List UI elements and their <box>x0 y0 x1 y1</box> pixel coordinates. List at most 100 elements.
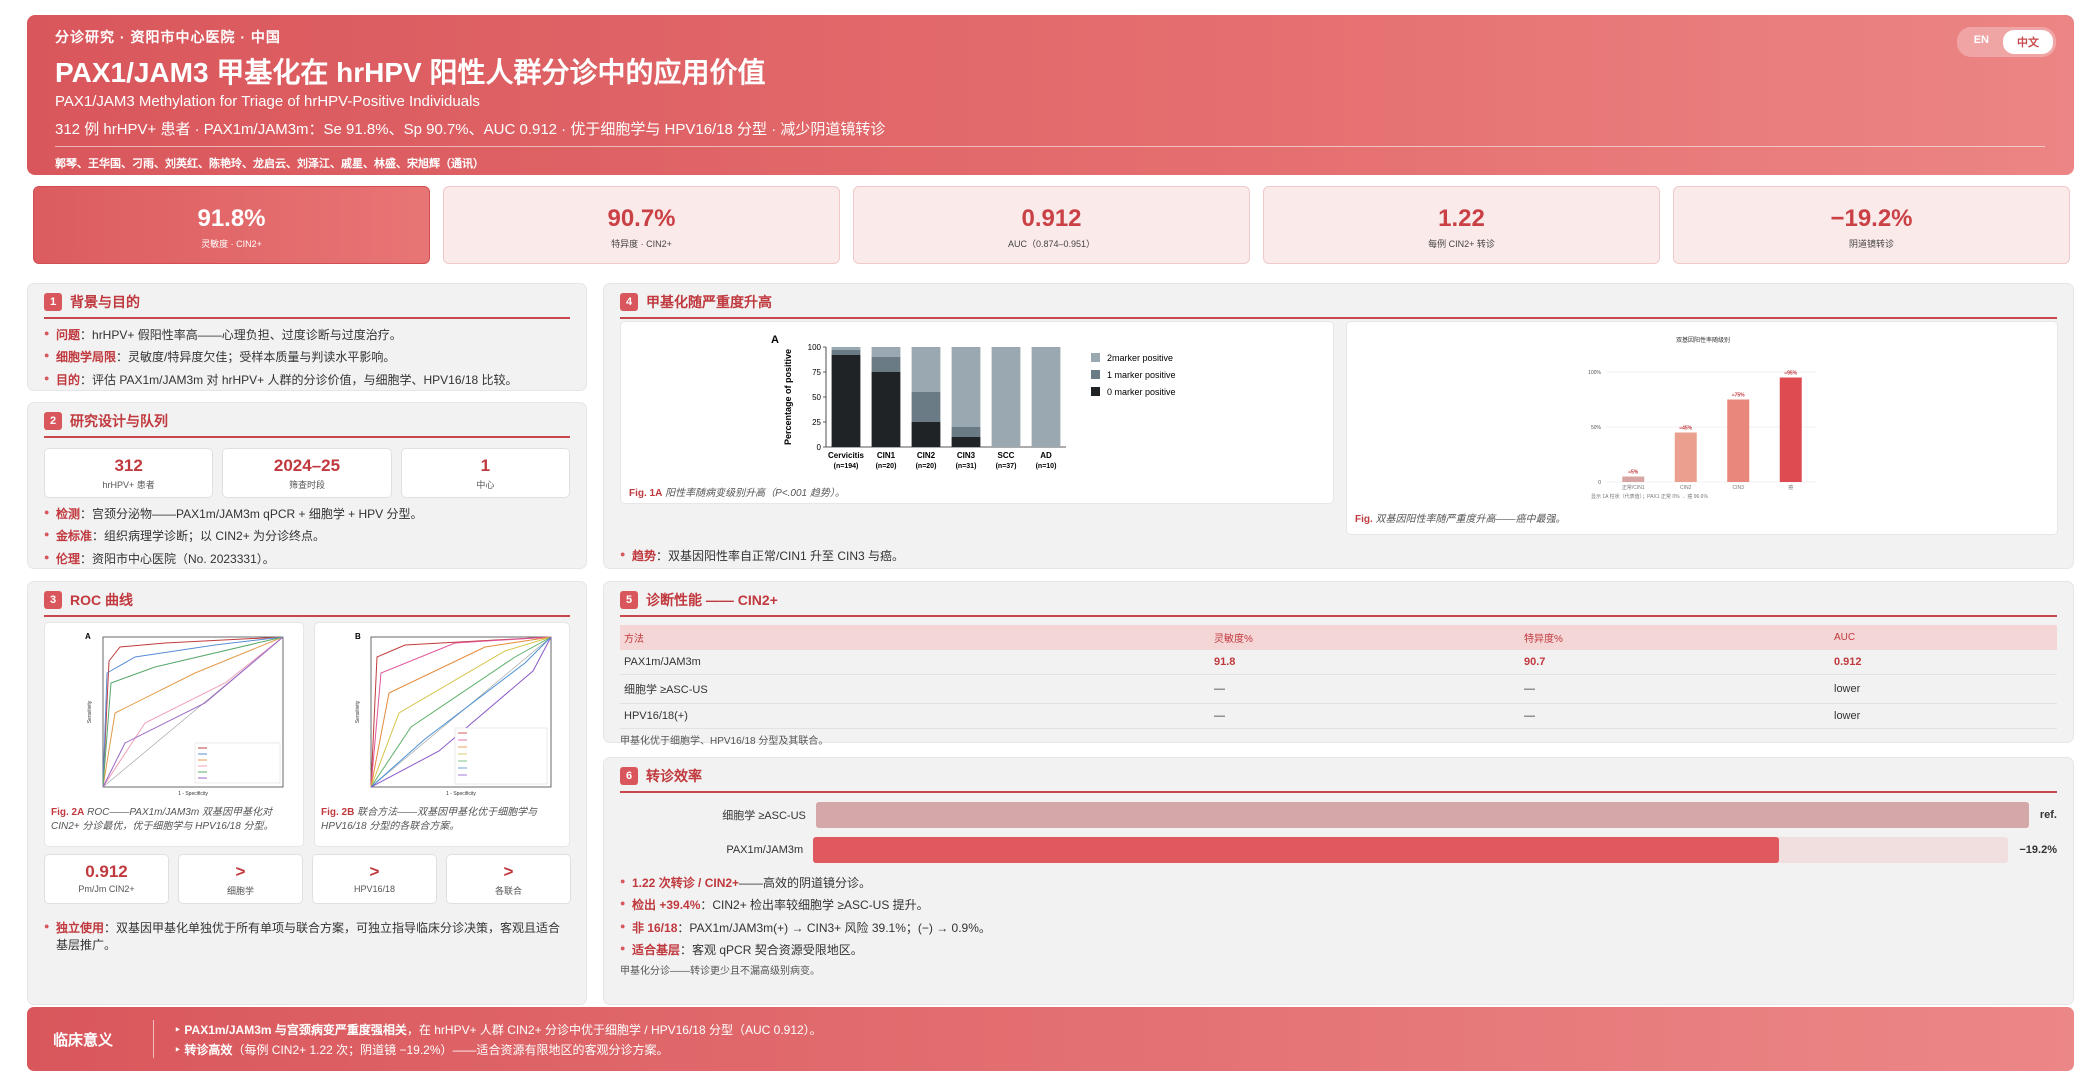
stat-label: 筛查时段 <box>288 480 325 490</box>
lang-en-button[interactable]: EN <box>1960 30 2003 54</box>
x-tick-sublabel: (n=194) <box>834 463 859 470</box>
figure-roc-b: B 1 - Specificity Sensitivity Fig. 2B 联合… <box>314 622 570 847</box>
x-tick-label: CIN1 <box>877 451 896 460</box>
legend-label: 1 marker positive <box>1107 370 1176 380</box>
data-label: ≈95% <box>1784 371 1797 377</box>
stat-value: > <box>235 862 246 881</box>
roc-box-hpv: > HPV16/18 <box>312 854 437 904</box>
kpi-card-referrals: 1.22 每例 CIN2+ 转诊 <box>1263 186 1660 264</box>
chart-note: 显示 1A 柱状（代表值）；PAX1 正常 0% → 癌 96.6% <box>1591 493 1708 500</box>
table-cell: 90.7 <box>1520 650 1830 675</box>
x-tick-label: 正常/CIN1 <box>1622 484 1645 491</box>
table-cell: 91.8 <box>1210 650 1520 675</box>
list-item: 适合基层：客观 qPCR 契合资源受限地区。 <box>620 942 2057 959</box>
table-cell: — <box>1210 674 1520 704</box>
roc-chart-a: A 1 - Specificity Sensitivity <box>85 632 284 797</box>
table-cell: 细胞学 ≥ASC-US <box>620 674 1210 704</box>
data-label: ≈75% <box>1732 393 1745 399</box>
panel-label: A <box>85 632 91 641</box>
page-subtitle: PAX1/JAM3 Methylation for Triage of hrHP… <box>55 93 480 110</box>
stat-label: 各联合 <box>494 886 522 896</box>
stat-value: 312 <box>114 456 143 475</box>
table-cell: lower <box>1830 674 2057 704</box>
legend-swatch <box>1091 370 1100 379</box>
table-note: 甲基化优于细胞学、HPV16/18 分型及其联合。 <box>620 736 829 747</box>
figure-1a: A 0 25 50 75 100 Percentage of positive Cervici… <box>620 321 1334 504</box>
section-referral: 6 转诊效率 细胞学 ≥ASC-US ref. PAX1m/JAM3m −19.… <box>603 757 2074 1005</box>
kpi-label: AUC（0.874–0.951） <box>1007 239 1096 249</box>
table-header-row: 方法 灵敏度% 特异度% AUC <box>620 625 2057 650</box>
chart-title: 双基因阳性率随级别 <box>1676 336 1730 344</box>
header-summary: 312 例 hrHPV+ 患者 · PAX1m/JAM3m：Se 91.8%、S… <box>55 121 886 138</box>
bar-segment <box>831 350 861 355</box>
stat-label: HPV16/18 <box>353 884 396 894</box>
bar-segment <box>831 355 861 447</box>
roc-chart-b: B 1 - Specificity Sensitivity <box>355 632 552 797</box>
bar-segment <box>991 347 1021 447</box>
bar <box>1674 432 1697 482</box>
roc-box-combined: > 各联合 <box>446 854 571 904</box>
bar-label: 细胞学 ≥ASC-US <box>722 810 806 822</box>
footer-divider <box>153 1020 154 1058</box>
section-background: 1 背景与目的 问题：hrHPV+ 假阳性率高——心理负担、过度诊断与过度治疗。… <box>27 283 587 391</box>
roc-box-cytology: > 细胞学 <box>178 854 303 904</box>
bar-segment <box>871 347 901 357</box>
bar-segment <box>951 427 981 437</box>
kpi-card-sensitivity: 91.8% 灵敏度 · CIN2+ <box>33 186 430 264</box>
kpi-card-auc: 0.912 AUC（0.874–0.951） <box>853 186 1250 264</box>
footer-banner: 临床意义 ‣ PAX1m/JAM3m 与宫颈病变严重度强相关，在 hrHPV+ … <box>27 1007 2074 1071</box>
x-tick-label: 癌 <box>1788 484 1793 491</box>
table-cell: HPV16/18(+) <box>620 703 1210 729</box>
x-tick-label: AD <box>1040 451 1052 460</box>
bar-segment <box>911 422 941 447</box>
list-item: 伦理：资阳市中心医院（No. 2023331）。 <box>44 551 570 568</box>
section-number: 6 <box>620 767 638 785</box>
bullet-list: 检测：宫颈分泌物——PAX1m/JAM3m qPCR + 细胞学 + HPV 分… <box>44 506 570 568</box>
list-item: 趋势：双基因阳性率自正常/CIN1 升至 CIN3 与癌。 <box>620 548 904 565</box>
x-tick-label: CIN2 <box>1680 485 1692 491</box>
x-tick-sublabel: (n=31) <box>956 463 977 470</box>
bar-segment <box>951 347 981 427</box>
stat-label: hrHPV+ 患者 <box>102 480 155 490</box>
legend-label: 0 marker positive <box>1107 387 1176 397</box>
page-title: PAX1/JAM3 甲基化在 hrHPV 阳性人群分诊中的应用价值 <box>55 57 766 88</box>
section-title-text: 背景与目的 <box>70 294 140 310</box>
section-title: 5 诊断性能 —— CIN2+ <box>620 590 2057 617</box>
section-title-text: 甲基化随严重度升高 <box>646 294 772 310</box>
x-tick-sublabel: (n=37) <box>996 463 1017 470</box>
section-design: 2 研究设计与队列 312 hrHPV+ 患者 2024–25 筛查时段 1 中… <box>27 402 587 569</box>
kpi-value: 91.8% <box>197 205 266 232</box>
section-number: 2 <box>44 412 62 430</box>
section-number: 3 <box>44 591 62 609</box>
kpi-value: 90.7% <box>607 205 676 232</box>
y-tick-label: 25 <box>812 418 821 427</box>
kpi-card-specificity: 90.7% 特异度 · CIN2+ <box>443 186 840 264</box>
stat-box-period: 2024–25 筛查时段 <box>222 448 392 498</box>
data-label: ≈45% <box>1679 426 1692 432</box>
stat-box-patients: 312 hrHPV+ 患者 <box>44 448 214 498</box>
bar-segment <box>871 357 901 372</box>
performance-table: 方法 灵敏度% 特异度% AUC PAX1m/JAM3m 91.8 90.7 0… <box>620 625 2057 729</box>
table-row: HPV16/18(+) — — lower <box>620 703 2057 729</box>
authors: 郭琴、王华国、刁雨、刘英红、陈艳玲、龙启云、刘泽江、戚星、林盛、宋旭辉（通讯） <box>55 158 484 170</box>
y-axis-label: Sensitivity <box>87 700 93 723</box>
list-item: 非 16/18：PAX1m/JAM3m(+) → CIN3+ 风险 39.1%；… <box>620 920 2057 937</box>
x-tick-sublabel: (n=20) <box>916 463 937 470</box>
lang-zh-button[interactable]: 中文 <box>2003 30 2053 54</box>
bar-segment <box>951 437 981 447</box>
bar <box>1779 377 1802 482</box>
kpi-label: 每例 CIN2+ 转诊 <box>1428 239 1495 249</box>
table-cell: 0.912 <box>1830 650 2057 675</box>
kpi-label: 特异度 · CIN2+ <box>611 239 672 249</box>
y-axis-label: Percentage of positive <box>783 349 793 445</box>
column-header: 方法 <box>620 625 1210 650</box>
footer-line: ‣ PAX1m/JAM3m 与宫颈病变严重度强相关，在 hrHPV+ 人群 CI… <box>174 1022 822 1037</box>
list-item: 细胞学局限：灵敏度/特异度欠佳；受样本质量与判读水平影响。 <box>44 349 570 366</box>
y-tick-label: 0 <box>1598 480 1601 486</box>
list-item: 目的：评估 PAX1m/JAM3m 对 hrHPV+ 人群的分诊价值，与细胞学、… <box>44 372 570 389</box>
table-row: 细胞学 ≥ASC-US — — lower <box>620 674 2057 704</box>
stat-value: 1 <box>480 456 491 475</box>
x-tick-sublabel: (n=10) <box>1036 463 1057 470</box>
figure-caption: Fig. 2A ROC——PAX1m/JAM3m 双基因甲基化对 CIN2+ 分… <box>51 807 274 832</box>
x-tick-label: CIN3 <box>1733 485 1745 491</box>
